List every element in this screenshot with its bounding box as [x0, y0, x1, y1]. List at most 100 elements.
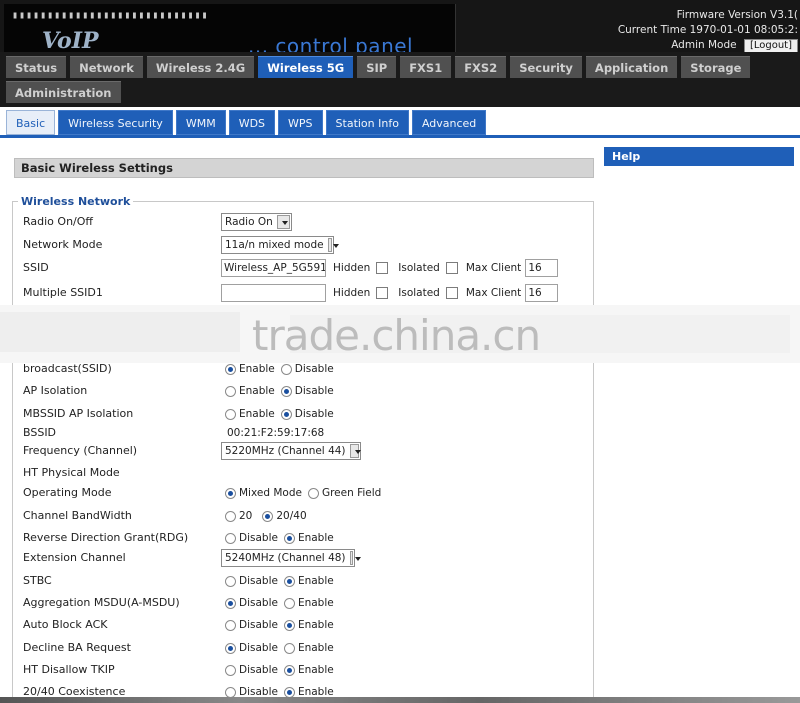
ssid-hidden-checkbox[interactable]: [376, 262, 389, 274]
section-title: Basic Wireless Settings: [14, 158, 594, 178]
multiple-ssid1-label: Multiple SSID1: [23, 286, 103, 299]
network-mode-select[interactable]: 11a/n mixed mode: [221, 236, 340, 254]
subtab-wds[interactable]: WDS: [228, 110, 276, 135]
row-bssid: BSSID 00:21:F2:59:17:68: [0, 423, 600, 443]
ssid-max-client-input[interactable]: 16: [525, 259, 559, 277]
header-info: Firmware Version V3.1( Current Time 1970…: [618, 8, 798, 53]
amsdu-disable-radio[interactable]: [225, 597, 236, 609]
chevron-down-icon: [349, 551, 363, 565]
bw-20-40-radio[interactable]: [262, 510, 274, 522]
subtab-wps[interactable]: WPS: [278, 110, 323, 135]
bssid-label: BSSID: [23, 426, 57, 439]
logo-voip: VoIP: [42, 28, 99, 54]
frequency-select[interactable]: 5220MHz (Channel 44): [221, 442, 362, 460]
admin-mode-row: Admin Mode [Logout]: [618, 38, 798, 53]
row-amsdu: Aggregation MSDU(A-MSDU) Disable Enable: [23, 596, 334, 609]
row-ht-physical: HT Physical Mode: [0, 463, 600, 483]
chevron-down-icon: [276, 215, 290, 229]
chevron-down-icon: [327, 238, 340, 252]
row-operating-mode: Operating Mode Mixed Mode Green Field: [23, 486, 382, 499]
help-title: Help: [604, 147, 794, 166]
tab-application[interactable]: Application: [585, 56, 678, 78]
coexist-enable-radio[interactable]: [283, 686, 295, 698]
stbc-label: STBC: [23, 574, 52, 587]
radio-label: Radio On/Off: [23, 215, 93, 228]
row-broadcast: broadcast(SSID) Enable Disable: [23, 362, 334, 375]
stbc-enable-radio[interactable]: [283, 575, 295, 587]
mixed-mode-radio[interactable]: [225, 487, 236, 499]
ssid-input[interactable]: Wireless_AP_5G5917: [221, 259, 326, 277]
mbssid-label: MBSSID AP Isolation: [23, 407, 134, 420]
frequency-label: Frequency (Channel): [23, 444, 138, 457]
ssid-isolated-checkbox[interactable]: [445, 262, 458, 274]
row-auto-block-ack: Auto Block ACK Disable Enable: [23, 618, 334, 631]
ssid-max-client-label: Max Client: [465, 262, 522, 274]
mssid-hidden-checkbox[interactable]: [376, 287, 389, 299]
rdg-enable-radio[interactable]: [283, 532, 295, 544]
ht-tkip-label: HT Disallow TKIP: [23, 663, 115, 676]
row-ht-disallow-tkip: HT Disallow TKIP Disable Enable: [23, 663, 334, 676]
stbc-disable-radio[interactable]: [225, 575, 236, 587]
mssid-max-client-label: Max Client: [465, 287, 522, 299]
tab-wireless-5g[interactable]: Wireless 5G: [258, 56, 354, 78]
mbssid-enable-radio[interactable]: [225, 408, 236, 420]
mbssid-disable-radio[interactable]: [280, 408, 292, 420]
subtab-advanced[interactable]: Advanced: [411, 110, 487, 135]
ap-isolation-enable-radio[interactable]: [225, 385, 236, 397]
auto-block-disable-radio[interactable]: [225, 619, 236, 631]
decline-ba-disable-radio[interactable]: [225, 642, 236, 654]
green-field-radio[interactable]: [307, 487, 319, 499]
admin-mode-label: Admin Mode: [671, 39, 737, 51]
multiple-ssid1-input[interactable]: [221, 284, 326, 302]
subtab-wmm[interactable]: WMM: [175, 110, 226, 135]
decline-ba-enable-radio[interactable]: [283, 642, 295, 654]
amsdu-label: Aggregation MSDU(A-MSDU): [23, 596, 180, 609]
logo-panel: ▮▮▮▮▮▮▮▮▮▮▮▮▮▮▮▮▮▮▮▮▮▮▮▮▮▮▮▮ VoIP ... co…: [4, 4, 456, 58]
subtab-station-info[interactable]: Station Info: [325, 110, 409, 135]
tab-sip[interactable]: SIP: [357, 56, 397, 78]
mssid-isolated-checkbox[interactable]: [445, 287, 458, 299]
tab-network[interactable]: Network: [70, 56, 143, 78]
row-ssid: SSID Wireless_AP_5G5917 Hidden Isolated …: [0, 258, 600, 278]
row-rdg: Reverse Direction Grant(RDG) Disable Ena…: [23, 531, 334, 544]
row-mbssid-isolation: MBSSID AP Isolation Enable Disable: [23, 407, 334, 420]
auto-block-label: Auto Block ACK: [23, 618, 108, 631]
current-time: Current Time 1970-01-01 08:05:2:: [617, 24, 798, 36]
logout-button[interactable]: [Logout]: [743, 39, 798, 53]
chevron-down-icon: [349, 444, 362, 458]
broadcast-disable-radio[interactable]: [280, 363, 292, 375]
broadcast-enable-radio[interactable]: [225, 363, 236, 375]
ap-isolation-disable-radio[interactable]: [280, 385, 292, 397]
tab-fxs2[interactable]: FXS2: [455, 56, 507, 78]
ht-tkip-enable-radio[interactable]: [283, 664, 295, 676]
tab-fxs1[interactable]: FXS1: [400, 56, 452, 78]
row-frequency: Frequency (Channel) 5220MHz (Channel 44): [0, 441, 600, 461]
channel-bw-label: Channel BandWidth: [23, 509, 132, 522]
row-channel-bandwidth: Channel BandWidth 20 20/40: [23, 509, 307, 522]
mssid-max-client-input[interactable]: 16: [525, 284, 559, 302]
broadcast-label: broadcast(SSID): [23, 362, 112, 375]
row-radio: Radio On/Off Radio On: [0, 212, 600, 232]
tab-security[interactable]: Security: [510, 56, 582, 78]
row-stbc: STBC Disable Enable: [23, 574, 334, 587]
subtab-wireless-security[interactable]: Wireless Security: [58, 110, 173, 135]
auto-block-enable-radio[interactable]: [283, 619, 295, 631]
tab-status[interactable]: Status: [6, 56, 67, 78]
coexist-disable-radio[interactable]: [225, 686, 236, 698]
bw-20-radio[interactable]: [225, 510, 236, 522]
radio-select[interactable]: Radio On: [221, 213, 292, 231]
tab-administration[interactable]: Administration: [6, 81, 121, 103]
tab-wireless-24g[interactable]: Wireless 2.4G: [146, 56, 255, 78]
ht-physical-label: HT Physical Mode: [23, 466, 120, 479]
amsdu-enable-radio[interactable]: [283, 597, 295, 609]
ext-channel-select[interactable]: 5240MHz (Channel 48): [221, 549, 363, 567]
subtab-basic[interactable]: Basic: [6, 110, 56, 135]
bssid-value: 00:21:F2:59:17:68: [227, 427, 325, 439]
ht-tkip-disable-radio[interactable]: [225, 664, 236, 676]
mssid-hidden-label: Hidden: [333, 287, 371, 299]
row-extension-channel: Extension Channel 5240MHz (Channel 48): [0, 548, 600, 568]
rdg-disable-radio[interactable]: [225, 532, 236, 544]
ap-isolation-label: AP Isolation: [23, 384, 88, 397]
tab-storage[interactable]: Storage: [681, 56, 751, 78]
ext-channel-label: Extension Channel: [23, 551, 126, 564]
